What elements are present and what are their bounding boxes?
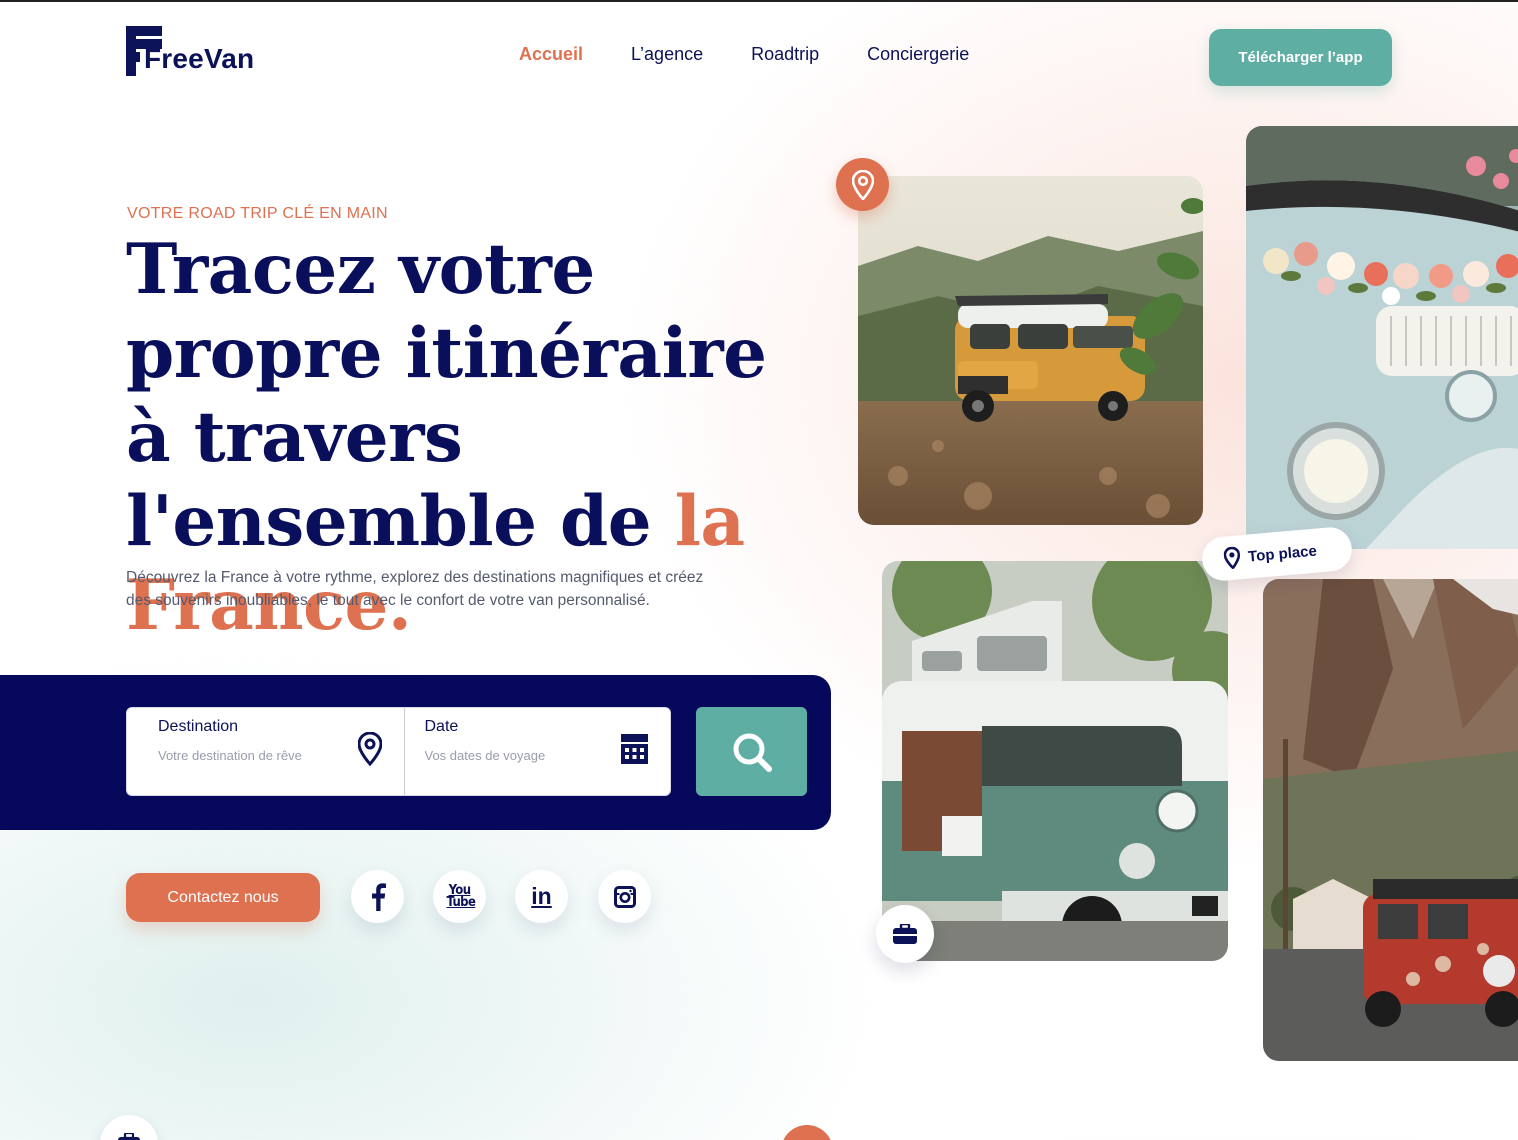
top-place-label: Top place	[1247, 542, 1318, 565]
nav-item-conciergerie[interactable]: Conciergerie	[867, 44, 969, 65]
window-top-border	[0, 0, 1518, 2]
nav-item-agence[interactable]: L’agence	[631, 44, 703, 65]
hero-description: Découvrez la France à votre rythme, expl…	[126, 569, 704, 609]
gallery-photo-orange-van[interactable]	[858, 176, 1203, 525]
search-icon	[733, 733, 772, 772]
hero-title-main: Tracez votre propre itinéraire à travers…	[126, 229, 767, 562]
gallery-photo-wedding-van[interactable]	[1246, 126, 1518, 549]
instagram-icon	[613, 885, 636, 908]
search-form: Destination Date	[126, 707, 671, 796]
bottom-luggage-badge	[100, 1115, 158, 1140]
search-button[interactable]	[696, 707, 807, 796]
top-place-badge: Top place	[1200, 525, 1354, 583]
linkedin-link[interactable]: in	[515, 870, 568, 923]
gallery-photo-red-van[interactable]	[1263, 579, 1518, 1061]
hero-eyebrow: VOTRE ROAD TRIP CLÉ EN MAIN	[127, 205, 388, 222]
calendar-icon	[621, 734, 648, 769]
date-field[interactable]: Date	[403, 708, 671, 795]
facebook-link[interactable]	[351, 870, 404, 923]
youtube-icon: You Tube	[446, 882, 476, 910]
download-app-button[interactable]: Télécharger l’app	[1209, 29, 1392, 86]
gallery-photo-green-van[interactable]	[882, 561, 1228, 961]
nav-item-roadtrip[interactable]: Roadtrip	[751, 44, 819, 65]
facebook-icon	[371, 882, 386, 911]
map-pin-icon	[1223, 546, 1241, 570]
instagram-link[interactable]	[598, 870, 651, 923]
date-input[interactable]	[424, 748, 605, 763]
briefcase-icon	[893, 924, 917, 944]
nav-item-accueil[interactable]: Accueil	[519, 44, 583, 65]
destination-input[interactable]	[158, 748, 338, 763]
map-pin-icon	[851, 169, 874, 200]
luggage-badge	[876, 905, 934, 963]
logo-mark-icon	[126, 26, 162, 76]
contact-button[interactable]: Contactez nous	[126, 873, 320, 922]
location-badge	[836, 158, 889, 211]
briefcase-icon	[118, 1133, 140, 1140]
youtube-link[interactable]: You Tube	[433, 870, 486, 923]
location-pin-icon	[356, 731, 383, 771]
main-nav: Accueil L’agence Roadtrip Conciergerie	[519, 44, 1017, 65]
brand-logo[interactable]: FreeVan	[126, 26, 254, 76]
bottom-location-badge	[781, 1125, 833, 1140]
linkedin-icon: in	[531, 883, 552, 909]
destination-field[interactable]: Destination	[127, 708, 404, 795]
